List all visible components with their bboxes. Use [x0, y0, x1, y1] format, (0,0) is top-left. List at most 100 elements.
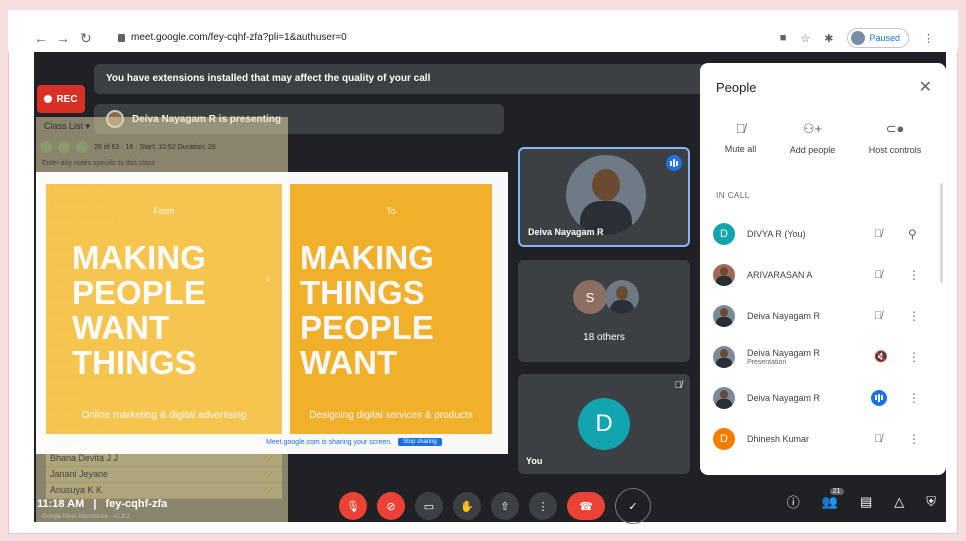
people-button[interactable]: 👥 21	[822, 487, 844, 510]
camera-off-icon: ⊘	[386, 500, 396, 513]
participant-row[interactable]: ARIVARASAN A 🎙̸ ⋮	[700, 254, 946, 295]
to-line: PEOPLE	[300, 309, 434, 346]
participant-names: Deiva Nayagam R	[747, 393, 820, 403]
from-line: MAKING	[72, 239, 206, 276]
in-call-heading: IN CALL	[716, 191, 750, 200]
mic-off-icon[interactable]: 🎙̸	[874, 433, 882, 445]
participant-row[interactable]: D Dhinesh Kumar 🎙̸ ⋮	[700, 418, 946, 459]
more-vert-icon[interactable]: ⋮	[908, 268, 920, 282]
close-icon[interactable]: ✕	[919, 77, 932, 97]
separator: |	[93, 498, 97, 510]
participant-names: Deiva Nayagam R	[747, 311, 820, 321]
back-icon[interactable]: ←	[34, 30, 48, 46]
more-vert-icon: ⋮	[537, 500, 549, 513]
scrollbar[interactable]	[940, 183, 943, 283]
avatar	[713, 386, 735, 409]
add-people-button[interactable]: ⚇+ Add people	[790, 121, 836, 155]
add-person-icon: ⚇+	[802, 121, 823, 136]
from-headline: MAKING PEOPLE WANT THINGS	[46, 240, 282, 380]
browser-menu-icon[interactable]: ⋮	[923, 32, 934, 45]
leave-call-button[interactable]: ☎	[567, 492, 605, 520]
slide-to-panel: To MAKING THINGS PEOPLE WANT Designing d…	[290, 184, 492, 434]
to-label: To	[386, 206, 396, 216]
people-panel-title: People	[716, 80, 757, 95]
meeting-info: 11:18 AM | fey-cqhf-zfa	[37, 498, 167, 510]
to-line: MAKING	[300, 239, 434, 276]
mic-off-icon[interactable]: 🎙̸	[874, 228, 882, 240]
camera-toggle-button[interactable]: ⊘	[377, 492, 405, 520]
present-button[interactable]: ⇧	[491, 492, 519, 520]
sharing-bar: Meet.google.com is sharing your screen. …	[266, 438, 442, 446]
lock-icon	[118, 33, 125, 42]
more-vert-icon[interactable]: ⋮	[908, 391, 920, 405]
reload-icon[interactable]: ↻	[80, 30, 92, 47]
mute-all-button[interactable]: 🎙̸ Mute all	[725, 121, 757, 155]
speaking-indicator-icon	[666, 155, 682, 171]
participant-name: ARIVARASAN A	[747, 269, 813, 280]
presenter-tile[interactable]: Deiva Nayagam R	[518, 147, 690, 247]
mic-toggle-button[interactable]: 🎙	[339, 492, 367, 520]
student-name: Janani Jeyane	[50, 469, 109, 479]
present-icon: ⇧	[500, 500, 510, 513]
more-vert-icon[interactable]: ⋮	[908, 432, 920, 446]
class-notes-field[interactable]: Enter any notes specific to this class	[36, 157, 288, 171]
host-controls-label: Host controls	[868, 145, 922, 155]
avatar	[713, 263, 735, 286]
avatar: S	[573, 280, 607, 314]
host-controls-icon[interactable]: ⛨	[926, 494, 936, 510]
hand-icon: ✋	[460, 500, 474, 513]
status-icon[interactable]	[58, 141, 70, 153]
star-icon[interactable]: ☆	[800, 32, 810, 45]
raise-hand-button[interactable]: ✋	[453, 492, 481, 520]
more-vert-icon[interactable]: ⋮	[908, 309, 920, 323]
more-options-button[interactable]: ⋮	[529, 492, 557, 520]
attendance-check-icon[interactable]: ✓	[267, 467, 274, 482]
participant-names: DIVYA R (You)	[747, 229, 806, 239]
activities-icon[interactable]: △	[894, 494, 904, 510]
avatar	[605, 280, 639, 314]
call-controls: 🎙 ⊘ ▭ ✋ ⇧ ⋮ ☎ ✓	[339, 488, 651, 524]
class-list-toolbar: 28 of 63 · 16 · Start: 10:52 Duration: 2…	[36, 137, 288, 157]
camera-icon[interactable]: ■	[780, 32, 787, 44]
status-icon[interactable]	[40, 141, 52, 153]
captions-button[interactable]: ▭	[415, 492, 443, 520]
mic-off-icon[interactable]: 🎙̸	[874, 269, 882, 281]
participant-row[interactable]: Deiva Nayagam R ⋮	[700, 377, 946, 418]
address-bar[interactable]: meet.google.com/fey-cqhf-zfa?pli=1&authu…	[118, 32, 347, 43]
others-count-label: 18 others	[583, 332, 625, 343]
participant-row[interactable]: D DIVYA R (You) 🎙̸ ⚲	[700, 213, 946, 254]
others-tile[interactable]: S 18 others	[518, 260, 690, 362]
self-name: You	[526, 456, 543, 466]
self-tile[interactable]: 🎙̸ D You	[518, 374, 690, 474]
host-controls-button[interactable]: ⊂● Host controls	[869, 121, 922, 155]
people-panel: People ✕ 🎙̸ Mute all ⚇+ Add people ⊂● Ho…	[700, 63, 946, 475]
add-people-label: Add people	[789, 145, 836, 155]
slide-from-panel: From MAKING PEOPLE WANT THINGS Online ma…	[46, 184, 282, 434]
mic-off-icon[interactable]: 🎙̸	[874, 310, 882, 322]
pin-icon[interactable]: ⚲	[908, 227, 917, 241]
browser-bar: ← → ↻ meet.google.com/fey-cqhf-zfa?pli=1…	[8, 10, 958, 52]
volume-off-icon[interactable]: 🔇	[874, 350, 888, 363]
chevron-right-icon: ›	[266, 272, 270, 286]
more-vert-icon[interactable]: ⋮	[908, 350, 920, 364]
extensions-warning-banner: You have extensions installed that may a…	[94, 64, 744, 94]
participant-name: Dhinesh Kumar	[747, 433, 810, 444]
profile-paused-button[interactable]: Paused	[847, 28, 909, 48]
extension-button[interactable]: ✓	[615, 488, 651, 524]
forward-icon[interactable]: →	[56, 30, 70, 46]
status-icon[interactable]	[76, 141, 88, 153]
mute-all-label: Mute all	[724, 144, 757, 154]
stop-sharing-button[interactable]: Stop sharing	[398, 438, 442, 446]
from-subtitle: Online marketing & digital advertising	[81, 410, 247, 421]
extensions-icon[interactable]: ✱	[824, 32, 833, 45]
class-list-title[interactable]: Class List ▾	[36, 117, 288, 137]
chat-icon[interactable]: ▤	[860, 494, 872, 510]
meeting-code: fey-cqhf-zfa	[105, 498, 168, 510]
toggle-icon: ⊂●	[885, 121, 905, 136]
participant-row[interactable]: Deiva Nayagam R Presentation 🔇 ⋮	[700, 336, 946, 377]
to-headline: MAKING THINGS PEOPLE WANT	[290, 240, 492, 380]
info-icon[interactable]: ⓘ	[787, 492, 800, 511]
list-item[interactable]: Janani Jeyane ✓	[46, 467, 282, 483]
participant-row[interactable]: Deiva Nayagam R 🎙̸ ⋮	[700, 295, 946, 336]
people-count-badge: 21	[829, 487, 844, 495]
